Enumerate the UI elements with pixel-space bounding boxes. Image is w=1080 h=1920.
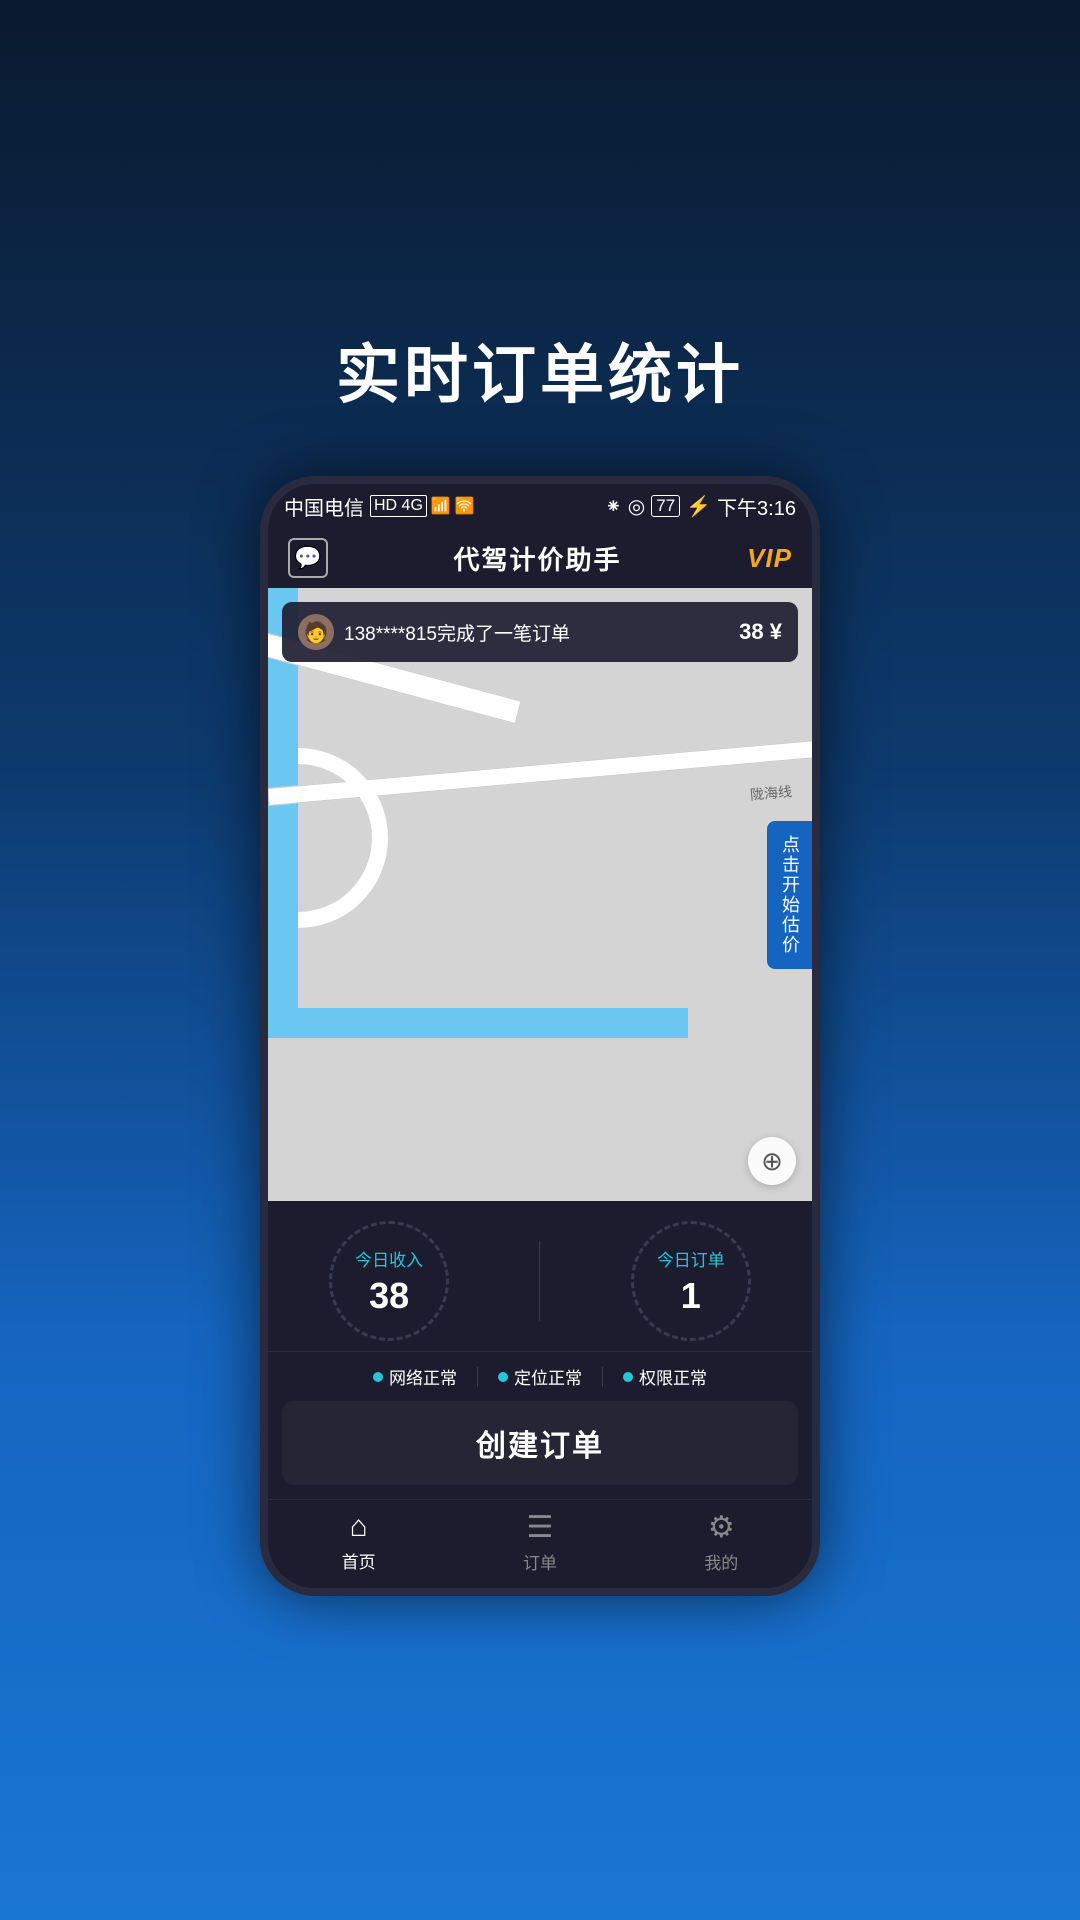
orders-ring: 今日订单 1 <box>631 1221 751 1341</box>
order-notification: 🧑 138****815完成了一笔订单 38 ¥ <box>282 602 798 662</box>
nav-profile-label: 我的 <box>704 1549 738 1574</box>
bluetooth-icon: ⁕ <box>605 494 622 519</box>
location-center-icon: ⊕ <box>761 1146 783 1177</box>
orders-icon: ☰ <box>527 1510 554 1545</box>
status-left: 中国电信 HD 4G 📶 🛜 <box>284 492 475 521</box>
status-right: ⁕ ◎ 77 ⚡ 下午3:16 <box>605 492 796 521</box>
nav-orders-label: 订单 <box>523 1549 557 1574</box>
nav-orders[interactable]: ☰ 订单 <box>449 1510 630 1574</box>
location-status: 定位正常 <box>478 1364 602 1389</box>
bottom-panel: 今日收入 38 今日订单 1 网络正常 定位正常 <box>268 1201 812 1588</box>
permission-status: 权限正常 <box>603 1364 727 1389</box>
revenue-label: 今日收入 <box>355 1246 423 1271</box>
carrier-text: 中国电信 <box>284 492 364 521</box>
network-dot <box>373 1372 383 1382</box>
notif-left: 🧑 138****815完成了一笔订单 <box>298 614 570 650</box>
location-button[interactable]: ⊕ <box>748 1137 796 1185</box>
phone-frame: 中国电信 HD 4G 📶 🛜 ⁕ ◎ 77 ⚡ 下午3:16 💬 代驾计价助手 … <box>260 476 820 1596</box>
home-icon: ⌂ <box>350 1510 368 1544</box>
revenue-gauge: 今日收入 38 <box>329 1221 449 1341</box>
network-status: 网络正常 <box>353 1364 477 1389</box>
app-title: 代驾计价助手 <box>454 540 622 577</box>
map-area[interactable]: 陇海线 🧑 138****815完成了一笔订单 38 ¥ 点击开始估价 ⊕ <box>268 588 812 1201</box>
location-label: 定位正常 <box>514 1364 582 1389</box>
user-avatar: 🧑 <box>298 614 334 650</box>
stats-row: 今日收入 38 今日订单 1 <box>268 1201 812 1352</box>
wifi-icon: 🛜 <box>455 496 475 516</box>
create-order-section[interactable]: 创建订单 <box>282 1401 798 1485</box>
network-text: HD 4G <box>370 495 427 517</box>
permission-label: 权限正常 <box>639 1364 707 1389</box>
page-title: 实时订单统计 <box>336 324 744 416</box>
orders-gauge: 今日订单 1 <box>631 1221 751 1341</box>
vip-badge[interactable]: VIP <box>747 543 792 574</box>
permission-dot <box>623 1372 633 1382</box>
notif-text: 138****815完成了一笔订单 <box>344 619 570 646</box>
revenue-ring: 今日收入 38 <box>329 1221 449 1341</box>
nav-profile[interactable]: ⚙ 我的 <box>631 1510 812 1574</box>
network-label: 网络正常 <box>389 1364 457 1389</box>
map-background: 陇海线 <box>268 588 812 1201</box>
location-icon: ◎ <box>628 494 645 519</box>
stats-divider <box>539 1241 540 1321</box>
signal-icon: 📶 <box>431 496 451 516</box>
notif-price: 38 ¥ <box>739 619 782 645</box>
bottom-nav: ⌂ 首页 ☰ 订单 ⚙ 我的 <box>268 1499 812 1588</box>
profile-icon: ⚙ <box>708 1510 735 1545</box>
revenue-value: 38 <box>369 1275 409 1317</box>
status-indicators: 网络正常 定位正常 权限正常 <box>268 1352 812 1401</box>
menu-button[interactable]: 💬 <box>288 538 328 578</box>
estimate-button[interactable]: 点击开始估价 <box>767 821 812 969</box>
chat-icon: 💬 <box>294 545 321 571</box>
orders-value: 1 <box>681 1275 701 1317</box>
road-label: 陇海线 <box>749 781 793 805</box>
create-order-button[interactable]: 创建订单 <box>476 1421 604 1465</box>
time-text: 下午3:16 <box>717 492 796 521</box>
battery-icon: 77 <box>651 495 680 517</box>
orders-label: 今日订单 <box>657 1246 725 1271</box>
road-blue-horizontal <box>268 1008 688 1038</box>
nav-home-label: 首页 <box>342 1548 376 1573</box>
status-bar: 中国电信 HD 4G 📶 🛜 ⁕ ◎ 77 ⚡ 下午3:16 <box>268 484 812 528</box>
location-dot <box>498 1372 508 1382</box>
app-header: 💬 代驾计价助手 VIP <box>268 528 812 588</box>
nav-home[interactable]: ⌂ 首页 <box>268 1510 449 1574</box>
charge-icon: ⚡ <box>686 494 711 519</box>
